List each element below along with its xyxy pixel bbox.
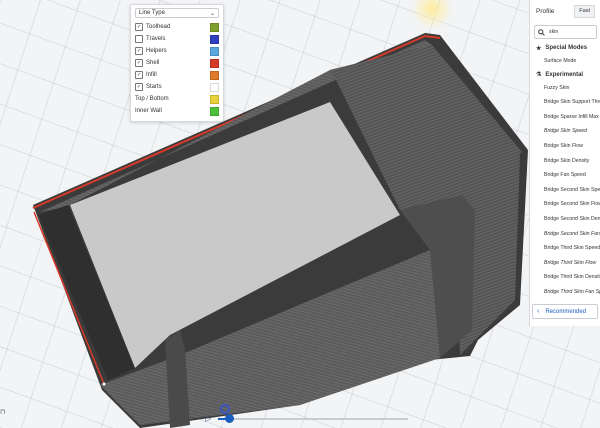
color-swatch [210, 94, 219, 104]
category-experimental[interactable]: ⚗ Experimental [530, 69, 600, 81]
chevron-left-icon: ‹ [537, 308, 540, 315]
profile-label: Profile [536, 7, 555, 15]
setting-item[interactable]: Bridge Third Skin Density [530, 270, 600, 285]
setting-item[interactable]: Bridge Second Skin Fan Speed [530, 227, 600, 242]
line-type-row[interactable]: ✓ Shell [131, 57, 223, 69]
setting-surface-mode[interactable]: Surface Mode [530, 54, 600, 69]
color-swatch [210, 82, 219, 92]
setting-item[interactable]: Bridge Second Skin Speed [530, 183, 600, 198]
setting-item[interactable]: Bridge Third Skin Fan Speed [530, 285, 600, 300]
profile-value: Fast [579, 8, 590, 14]
setting-item[interactable]: Bridge Second Skin Density [530, 212, 600, 227]
line-type-row[interactable]: Inner Wall [131, 105, 223, 117]
setting-item[interactable]: Bridge Second Skin Flow [530, 197, 600, 212]
color-swatch [210, 106, 219, 116]
setting-item[interactable]: Bridge Third Skin Speed [530, 241, 600, 256]
checkbox[interactable]: ✓ [135, 71, 143, 79]
checkbox[interactable] [135, 35, 143, 43]
flask-icon: ⚗ [536, 72, 542, 79]
line-type-row[interactable]: ✓ Starts [131, 81, 223, 93]
setting-item[interactable]: Bridge Skin Flow [530, 139, 600, 154]
line-type-row[interactable]: ✓ Infill [131, 69, 223, 81]
color-swatch [210, 34, 219, 44]
line-type-label: Travels [146, 36, 166, 42]
recommended-label: Recommended [545, 308, 587, 315]
category-label: Experimental [545, 71, 584, 78]
setting-item[interactable]: Bridge Third Skin Flow [530, 256, 600, 271]
play-icon[interactable]: ▷ [205, 414, 211, 423]
chevron-down-icon: ⌄ [209, 10, 215, 17]
checkbox[interactable]: ✓ [135, 23, 143, 31]
cursor-highlight [220, 404, 230, 414]
line-type-dropdown[interactable]: Line Type ⌄ [135, 8, 219, 18]
color-swatch [210, 70, 219, 80]
layer-slider-track[interactable] [218, 418, 408, 420]
checkbox[interactable]: ✓ [135, 83, 143, 91]
line-type-label: Helpers [146, 48, 167, 54]
line-type-row[interactable]: Travels [131, 33, 223, 45]
search-value: skin [549, 29, 559, 35]
setting-item[interactable]: Bridge Sparse Infill Max Density [530, 110, 600, 125]
setting-item[interactable]: Bridge Skin Speed [530, 124, 600, 139]
color-swatch [210, 22, 219, 32]
line-type-row[interactable]: ✓ Toolhead [131, 21, 223, 33]
layers-icon: ⊓ [0, 409, 6, 416]
setting-item[interactable]: Bridge Skin Density [530, 154, 600, 169]
profile-selector[interactable]: Fast [574, 4, 595, 18]
layer-slider-handle[interactable] [225, 414, 234, 423]
line-type-row[interactable]: ✓ Helpers [131, 45, 223, 57]
setting-item[interactable]: Bridge Fan Speed [530, 168, 600, 183]
star-icon: ★ [536, 45, 542, 52]
color-swatch [210, 46, 219, 56]
start-marker [102, 382, 106, 386]
line-type-label: Starts [146, 84, 162, 90]
print-settings-panel: Profile Fast skin ★ Special Modes Surfac… [529, 0, 600, 326]
line-type-label: Toolhead [146, 24, 171, 30]
line-type-label: Shell [146, 60, 160, 66]
color-swatch [210, 58, 219, 68]
checkbox[interactable]: ✓ [135, 59, 143, 67]
checkbox[interactable]: ✓ [135, 47, 143, 55]
line-type-panel: Line Type ⌄ ✓ Toolhead Travels ✓ Helpers ✓ She… [130, 4, 224, 122]
setting-item[interactable]: Bridge Skin Support Threshold [530, 95, 600, 110]
setting-label: Surface Mode [544, 58, 577, 64]
line-type-row[interactable]: Top / Bottom [131, 93, 223, 105]
line-type-dropdown-label: Line Type [139, 10, 165, 16]
search-icon [538, 28, 545, 36]
category-special-modes[interactable]: ★ Special Modes [530, 42, 600, 54]
recommended-button[interactable]: ‹ Recommended [532, 304, 598, 319]
settings-search-input[interactable]: skin [534, 25, 597, 39]
line-type-label: Infill [146, 72, 157, 78]
category-label: Special Modes [545, 45, 588, 51]
line-type-label: Inner Wall [135, 108, 162, 114]
sliced-model-preview[interactable] [0, 0, 600, 428]
setting-item[interactable]: Fuzzy Skin [530, 81, 600, 96]
line-type-label: Top / Bottom [135, 96, 169, 102]
